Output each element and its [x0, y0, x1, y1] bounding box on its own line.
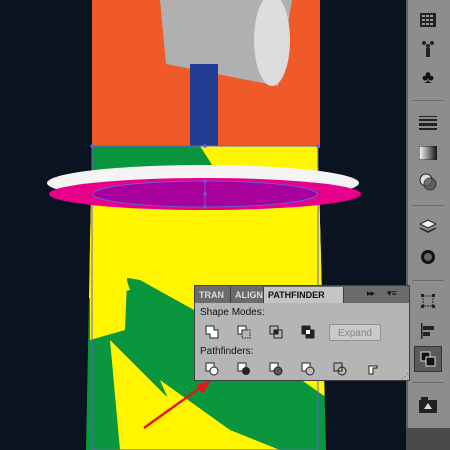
dock-separator [412, 280, 444, 281]
collapse-panel-button[interactable]: ▸▸ [367, 288, 375, 299]
minus-back-icon[interactable] [363, 361, 381, 377]
expand-button[interactable]: Expand [329, 324, 381, 341]
shape-modes-label: Shape Modes: [200, 307, 265, 318]
dock-separator [412, 382, 444, 383]
tab-pathfinder[interactable]: PATHFINDER [264, 287, 344, 303]
selection-handle[interactable] [90, 144, 94, 148]
graphic-styles-icon[interactable] [414, 392, 442, 418]
lighthouse-artwork [47, 0, 361, 450]
panel-tab-bar: TRAN ALIGN PATHFINDER ▸▸ ▾≡ [195, 286, 409, 303]
pathfinders-label: Pathfinders: [200, 346, 254, 357]
tab-transform[interactable]: TRAN [195, 287, 231, 303]
divide-icon[interactable] [203, 361, 221, 377]
pathfinder-icon[interactable] [414, 346, 442, 372]
trim-icon[interactable] [235, 361, 253, 377]
blue-bar[interactable] [190, 64, 218, 150]
symbol-sprayer-icon[interactable] [414, 36, 442, 62]
panel-icon-dock: ♣ [406, 0, 450, 450]
swatch-grid-icon[interactable] [414, 7, 442, 33]
transparency-icon[interactable] [414, 169, 442, 195]
transform-icon[interactable] [414, 288, 442, 314]
unite-icon[interactable] [203, 324, 221, 340]
outline-icon[interactable] [331, 361, 349, 377]
dock-divider [406, 0, 408, 450]
layers-icon[interactable] [414, 214, 442, 240]
appearance-icon[interactable] [414, 244, 442, 270]
artboard-canvas[interactable] [0, 0, 410, 450]
dock-separator [412, 205, 444, 206]
merge-icon[interactable] [267, 361, 285, 377]
selection-handle[interactable] [203, 144, 207, 148]
gradient-icon[interactable] [414, 140, 442, 166]
crop-icon[interactable] [299, 361, 317, 377]
exclude-icon[interactable] [299, 324, 317, 340]
stroke-icon[interactable] [414, 110, 442, 136]
align-icon[interactable] [414, 318, 442, 344]
club-symbol-icon[interactable]: ♣ [414, 64, 442, 90]
panel-menu-button[interactable]: ▾≡ [387, 288, 397, 299]
dock-separator [412, 100, 444, 101]
pathfinder-panel: TRAN ALIGN PATHFINDER ▸▸ ▾≡ Shape Modes:… [194, 285, 410, 381]
selection-handle[interactable] [316, 144, 320, 148]
tab-align[interactable]: ALIGN [231, 287, 264, 303]
panel-resize-grip[interactable]: ⋰ [401, 372, 409, 381]
minus-front-icon[interactable] [235, 324, 253, 340]
dock-bottom-strip [406, 428, 450, 450]
intersect-icon[interactable] [267, 324, 285, 340]
